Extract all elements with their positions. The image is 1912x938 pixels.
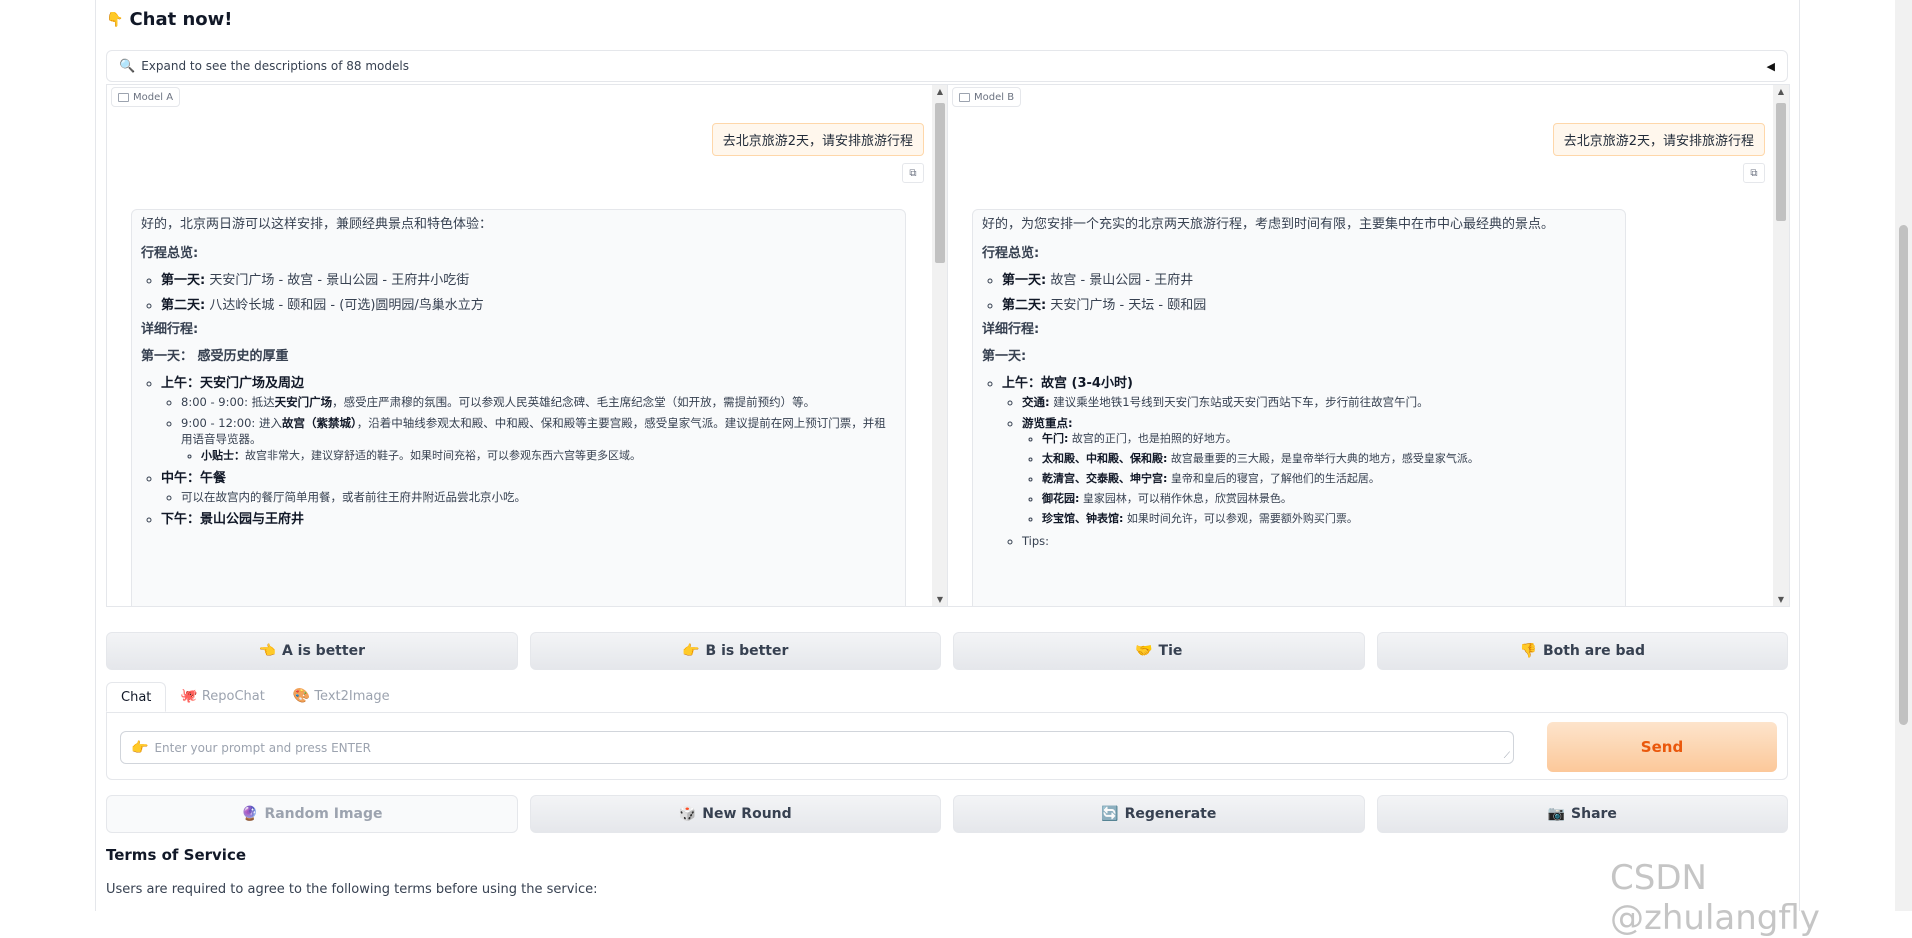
new-round-icon: 🎲 [678,806,697,822]
detail-title: 详细行程: [141,322,199,338]
day1-title: 第一天: [982,349,1027,365]
regenerate-button[interactable]: 🔄 Regenerate [953,795,1365,833]
b-is-better-button[interactable]: 👉 B is better [529,632,941,670]
list-item: 上午：故宫 (3-4小时) 交通: 建议乘坐地铁1号线到天安门东站或天安门西站下… [1002,375,1616,550]
copy-icon[interactable]: ⧉ [1743,163,1765,183]
watermark: CSDN @zhulangfly [1610,858,1820,938]
tab-repochat[interactable]: 🐙 RepoChat [166,682,278,710]
magnifier-icon: 🔍 [119,58,136,74]
new-round-button[interactable]: 🎲 New Round [529,795,941,833]
input-tabs: Chat 🐙 RepoChat 🎨 Text2Image [106,682,404,712]
overview-title: 行程总览: [141,245,199,261]
chat-label-icon [118,92,129,102]
both-are-bad-button[interactable]: 👎 Both are bad [1376,632,1788,670]
list-item: 第一天: 故宫 - 景山公园 - 王府井 [1002,272,1616,291]
overview-list: 第一天: 天安门广场 - 故宫 - 景山公园 - 王府井小吃街 第二天: 八达岭… [141,272,896,316]
reply-intro: 好的，北京两日游可以这样安排，兼顾经典景点和特色体验： [141,217,493,232]
hand-pointing-right-icon: 👉 [131,739,149,756]
action-buttons-row: 🔮 Random Image 🎲 New Round 🔄 Regenerate … [106,795,1788,833]
list-item: 午门: 故宫的正门，也是拍照的好地方。 [1042,431,1616,447]
camera-icon: 📷 [1547,806,1566,822]
handshake-icon: 🤝 [1135,643,1153,659]
list-item: 小贴士：故宫非常大，建议穿舒适的鞋子。如果时间充裕，可以参观东西六宫等更多区域。 [201,448,896,464]
crystal-ball-icon: 🔮 [241,806,259,822]
send-button[interactable]: Send [1547,722,1777,772]
model-a-bot-message: 好的，北京两日游可以这样安排，兼顾经典景点和特色体验： 行程总览: 第一天: 天… [131,209,906,606]
octopus-icon: 🐙 [180,688,198,704]
model-b-bot-message: 好的，为您安排一个充实的北京两天旅游行程，考虑到时间有限，主要集中在市中心最经典… [972,209,1626,606]
model-a-label: Model A [111,87,181,107]
list-item: 第二天: 天安门广场 - 天坛 - 颐和园 [1002,297,1616,316]
tab-text2image[interactable]: 🎨 Text2Image [279,682,404,710]
list-item: 乾清宫、交泰殿、坤宁宫: 皇帝和皇后的寝宫，了解他们的生活起居。 [1042,471,1616,487]
tie-button[interactable]: 🤝 Tie [953,632,1365,670]
model-b-chatbox: Model B 去北京旅游2天，请安排旅游行程 ⧉ 好的，为您安排一个充实的北京… [947,84,1790,607]
model-b-label: Model B [952,87,1022,107]
model-a-scrollbar[interactable]: ▲ ▼ [932,85,948,606]
list-item: 8:00 - 9:00: 抵达天安门广场，感受庄严肃穆的氛围。可以参观人民英雄纪… [181,394,896,411]
overview-list: 第一天: 故宫 - 景山公园 - 王府井 第二天: 天安门广场 - 天坛 - 颐… [982,272,1616,316]
thumbs-down-icon: 👎 [1519,643,1537,659]
page-title: 👇 Chat now! [106,9,233,30]
reply-intro: 好的，为您安排一个充实的北京两天旅游行程，考虑到时间有限，主要集中在市中心最经典… [982,217,1555,232]
vote-buttons-row: 👈 A is better 👉 B is better 🤝 Tie 👎 Both… [106,632,1788,670]
list-item: 交通: 建议乘坐地铁1号线到天安门东站或天安门西站下车，步行前往故宫午门。 [1022,394,1616,411]
day1-title: 第一天： 感受历史的厚重 [141,349,289,365]
hand-pointing-left-icon: 👈 [258,643,276,659]
overview-title: 行程总览: [982,245,1040,261]
model-b-label-text: Model B [974,91,1015,103]
list-item: 9:00 - 12:00: 进入故宫（紫禁城），沿着中轴线参观太和殿、中和殿、保… [181,415,896,464]
page-scrollbar[interactable] [1895,0,1912,911]
random-image-button[interactable]: 🔮 Random Image [106,795,518,833]
list-item: 第一天: 天安门广场 - 故宫 - 景山公园 - 王府井小吃街 [161,272,896,291]
models-description-accordion[interactable]: 🔍 Expand to see the descriptions of 88 m… [106,50,1788,82]
terms-title: Terms of Service [106,846,247,864]
list-item: 可以在故宫内的餐厅简单用餐，或者前往王府井附近品尝北京小吃。 [181,489,896,506]
list-item: 太和殿、中和殿、保和殿: 故宫最重要的三大殿，是皇帝举行大典的地方，感受皇家气派… [1042,451,1616,467]
scroll-up-arrow-icon[interactable]: ▲ [1773,87,1789,96]
list-item: 上午：天安门广场及周边 8:00 - 9:00: 抵达天安门广场，感受庄严肃穆的… [161,375,896,464]
share-button[interactable]: 📷 Share [1376,795,1788,833]
refresh-icon: 🔄 [1101,806,1119,822]
hand-pointing-right-icon: 👉 [682,643,700,659]
model-b-scrollbar[interactable]: ▲ ▼ [1773,85,1789,606]
page-title-text: Chat now! [129,9,233,30]
model-a-user-message: 去北京旅游2天，请安排旅游行程 [711,123,924,156]
list-item: 下午：景山公园与王府井 [161,511,896,530]
model-b-scroll-thumb[interactable] [1776,103,1786,221]
day1-list: 上午：天安门广场及周边 8:00 - 9:00: 抵达天安门广场，感受庄严肃穆的… [141,375,896,530]
palette-icon: 🎨 [292,688,311,704]
chat-label-icon [959,92,970,102]
pointing-down-hand-icon: 👇 [106,11,124,28]
prompt-input[interactable]: 👉 Enter your prompt and press ENTER ⟋ [120,731,1514,764]
detail-title: 详细行程: [982,322,1040,338]
list-item: Tips: [1022,533,1616,550]
list-item: 珍宝馆、钟表馆: 如果时间允许，可以参观，需要额外购买门票。 [1042,511,1616,527]
list-item: 游览重点: 午门: 故宫的正门，也是拍照的好地方。 太和殿、中和殿、保和殿: 故… [1022,415,1616,527]
collapse-caret-icon[interactable]: ◀ [1767,60,1775,73]
prompt-placeholder: Enter your prompt and press ENTER [154,740,371,755]
tab-chat[interactable]: Chat [106,682,167,712]
model-b-user-message: 去北京旅游2天，请安排旅游行程 [1552,123,1765,156]
scroll-down-arrow-icon[interactable]: ▼ [932,595,948,604]
page-scrollbar-thumb[interactable] [1899,225,1908,725]
list-item: 中午：午餐 可以在故宫内的餐厅简单用餐，或者前往王府井附近品尝北京小吃。 [161,470,896,506]
terms-text: Users are required to agree to the follo… [106,882,598,897]
model-a-chatbox: Model A 去北京旅游2天，请安排旅游行程 ⧉ 好的，北京两日游可以这样安排… [106,84,949,607]
scroll-up-arrow-icon[interactable]: ▲ [932,87,948,96]
resize-grip-icon[interactable]: ⟋ [1504,751,1510,761]
accordion-label: Expand to see the descriptions of 88 mod… [141,59,409,73]
copy-icon[interactable]: ⧉ [902,163,924,183]
a-is-better-button[interactable]: 👈 A is better [106,632,518,670]
model-a-scroll-thumb[interactable] [935,103,945,263]
day1-list: 上午：故宫 (3-4小时) 交通: 建议乘坐地铁1号线到天安门东站或天安门西站下… [982,375,1616,550]
input-panel: 👉 Enter your prompt and press ENTER ⟋ Se… [106,712,1788,780]
model-a-label-text: Model A [133,91,174,103]
list-item: 第二天: 八达岭长城 - 颐和园 - (可选)圆明园/鸟巢水立方 [161,297,896,316]
scroll-down-arrow-icon[interactable]: ▼ [1773,595,1789,604]
list-item: 御花园: 皇家园林，可以稍作休息，欣赏园林景色。 [1042,491,1616,507]
